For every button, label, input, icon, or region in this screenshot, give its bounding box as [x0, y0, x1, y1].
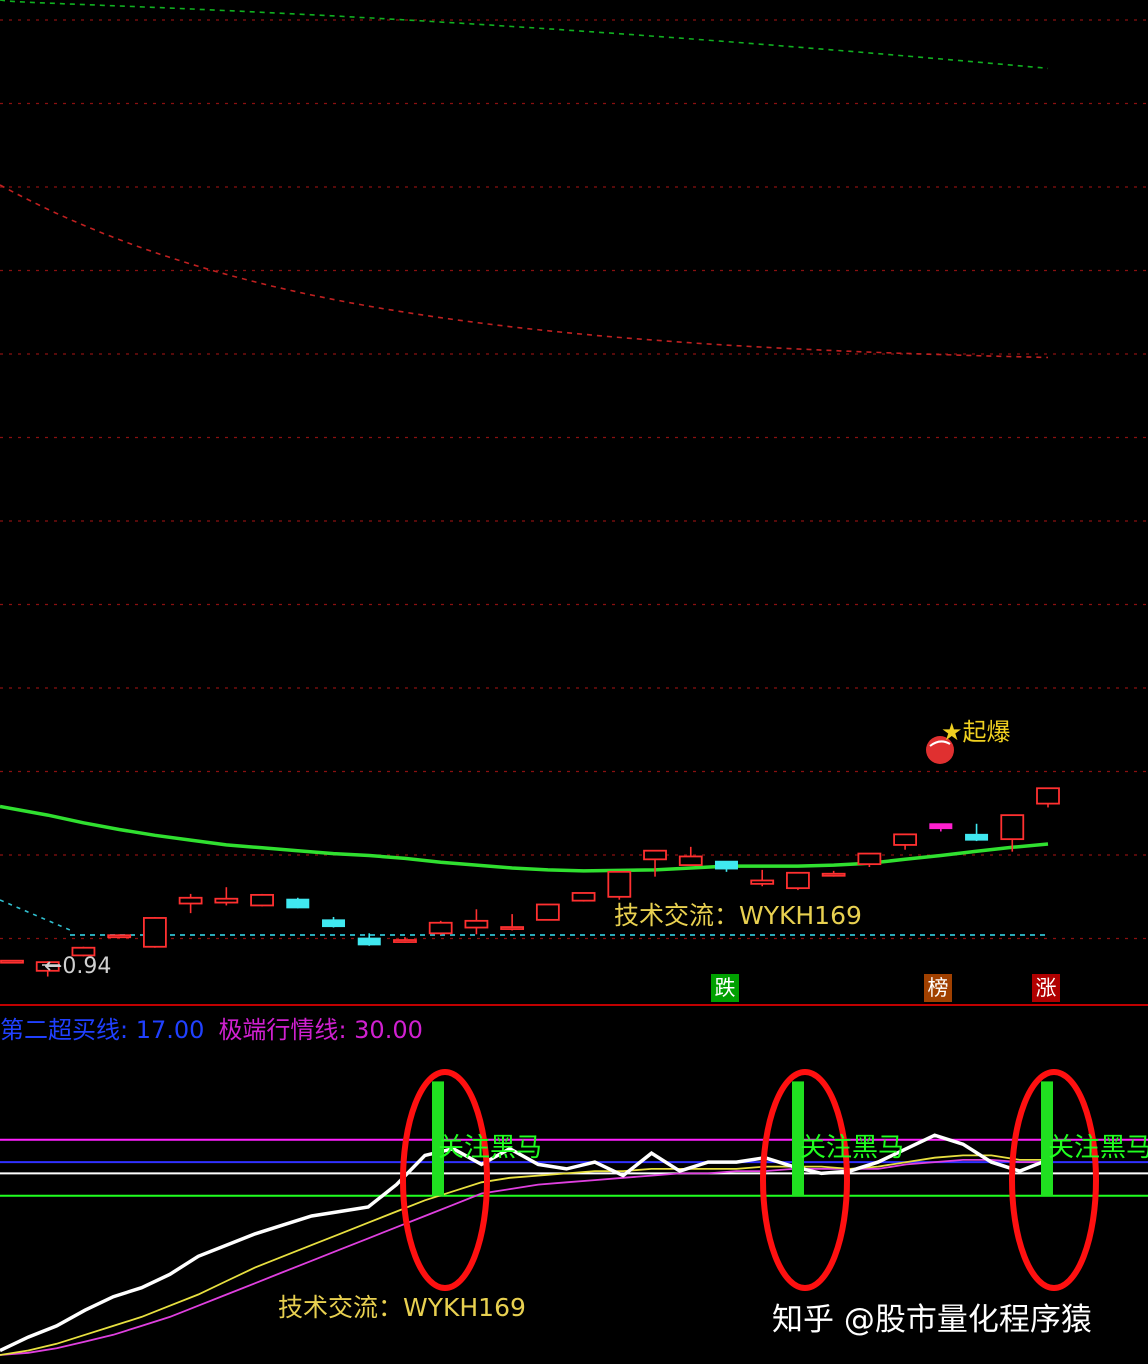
candle-body: [857, 852, 882, 866]
candlestick: [286, 897, 310, 909]
min-price-label: ←0.94: [44, 954, 112, 979]
candle-body: [929, 823, 953, 830]
candlestick: [750, 869, 775, 887]
candle-body: [178, 896, 203, 905]
candle-body: [393, 939, 417, 943]
signal-text-1: 关注黑马: [438, 1133, 543, 1163]
candle-body: [1000, 814, 1025, 841]
candlestick: [178, 893, 203, 914]
indicator-watermark: 技术交流：WYKH169: [278, 1293, 526, 1322]
tag-up: 涨: [1032, 974, 1060, 1002]
candlestick: [0, 959, 24, 964]
legend-value-1: 17.00: [135, 1016, 205, 1044]
candle-body: [643, 849, 667, 861]
candle-body: [571, 892, 596, 902]
signal-text-3: 关注黑马: [1048, 1133, 1148, 1163]
candle-body: [714, 860, 738, 870]
candlestick: [643, 849, 667, 877]
tag-rank: 榜: [924, 974, 952, 1002]
candle-body: [107, 934, 132, 939]
candle-body: [678, 855, 703, 866]
candle-body: [357, 937, 381, 946]
candle-body: [1036, 787, 1060, 805]
candlestick: [571, 892, 596, 902]
candle-body: [286, 898, 310, 909]
candlestick: [786, 871, 810, 891]
candlestick: [821, 870, 846, 877]
candle-body: [965, 833, 989, 841]
highlight-ellipse: [1009, 1069, 1099, 1291]
candle-body: [750, 879, 775, 885]
upper-band-line: [0, 0, 1049, 70]
candlestick: [893, 833, 918, 850]
tag-down: 跌: [711, 974, 739, 1002]
highlight-ellipse: [400, 1069, 490, 1291]
signal-text-2: 关注黑马: [800, 1133, 905, 1163]
candlesticks: [0, 787, 1060, 977]
candlestick: [214, 887, 239, 906]
candle-body: [786, 871, 810, 890]
candle-body: [535, 903, 560, 921]
legend-name-1: 第二超买线: [0, 1016, 120, 1044]
legend-name-2: 极端行情线: [218, 1016, 339, 1044]
candlestick: [678, 846, 703, 867]
candlestick: [857, 852, 882, 868]
lower-band-tail: [0, 899, 71, 931]
moving-average-line: [0, 804, 1049, 873]
candle-body: [500, 926, 525, 930]
reference-lines: [0, 0, 1049, 936]
signal-label: ★起爆: [941, 718, 1011, 746]
candle-body: [322, 919, 346, 928]
candlestick: [107, 934, 132, 939]
candlestick: [714, 860, 738, 872]
main-watermark: 技术交流：WYKH169: [614, 901, 862, 930]
candlestick: [142, 916, 167, 948]
candle-body: [428, 921, 453, 935]
candle-body: [464, 919, 489, 929]
candle-body: [214, 897, 239, 904]
main-gridlines: [0, 19, 1148, 940]
chart-canvas: [0, 0, 1148, 1356]
candle-body: [893, 833, 918, 846]
candle-body: [0, 959, 24, 964]
candle-body: [607, 870, 632, 898]
legend-value-2: 30.00: [354, 1016, 423, 1044]
candlestick: [535, 903, 560, 921]
candlestick: [1036, 787, 1060, 808]
candlestick: [250, 893, 274, 907]
annotations: [400, 736, 1099, 1291]
candlestick: [965, 823, 989, 842]
candlestick: [428, 920, 453, 935]
ma-line: [0, 804, 1049, 873]
indicator-legend: 第二超买线: 17.00 极端行情线: 30.00: [0, 1016, 423, 1044]
candlestick: [322, 916, 346, 928]
candlestick: [464, 909, 489, 935]
middle-band-line: [0, 184, 1049, 359]
candlestick: [929, 823, 953, 832]
candle-body: [821, 872, 846, 877]
brand-watermark: 知乎 @股市量化程序猿: [772, 1302, 1092, 1338]
highlight-ellipse: [760, 1069, 850, 1291]
candle-body: [142, 917, 167, 948]
candlestick: [500, 914, 525, 931]
candle-body: [250, 893, 274, 907]
